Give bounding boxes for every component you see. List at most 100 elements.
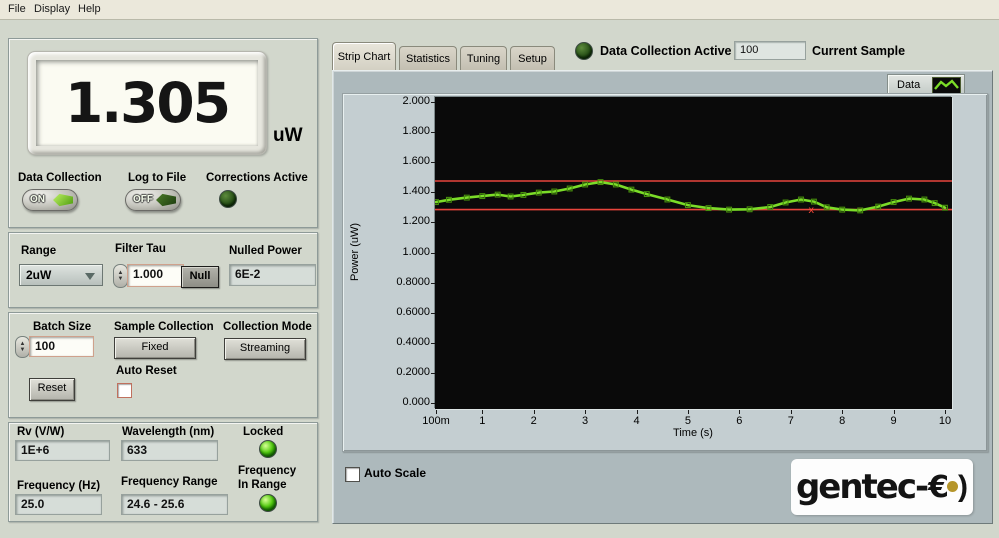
logo-gold-dot-icon (947, 481, 958, 492)
data-collection-toggle[interactable]: ON (22, 189, 78, 211)
x-tick-mark (534, 410, 535, 414)
current-sample-value: 100 (734, 41, 806, 60)
frequency-in-range-label: Frequency (238, 465, 296, 477)
y-tick-label: 1.800 (343, 125, 430, 137)
x-tick-mark (945, 410, 946, 414)
frequency-in-range-led (259, 494, 277, 512)
filter-tau-input[interactable]: 1.000 (127, 264, 184, 287)
x-tick-label: 3 (563, 415, 607, 427)
x-tick-mark (894, 410, 895, 414)
y-tick-mark (431, 222, 435, 223)
chart-cursor[interactable]: x (808, 205, 814, 216)
y-tick-label: 2.000 (343, 95, 430, 107)
y-tick-mark (431, 192, 435, 193)
menu-display[interactable]: Display (34, 3, 70, 15)
locked-led (259, 440, 277, 458)
range-label: Range (21, 245, 56, 257)
sample-collection-button[interactable]: Fixed (114, 337, 196, 359)
x-tick-mark (842, 410, 843, 414)
batch-size-label: Batch Size (33, 321, 91, 333)
y-tick-mark (431, 313, 435, 314)
x-tick-mark (585, 410, 586, 414)
plot-area[interactable]: x (435, 97, 952, 409)
log-to-file-label: Log to File (128, 172, 186, 184)
y-tick-label: 0.6000 (343, 306, 430, 318)
frequency-range-value: 24.6 - 25.6 (121, 494, 228, 515)
batch-size-input[interactable]: 100 (29, 336, 94, 357)
frequency-in-range-label-2: In Range (238, 479, 287, 491)
x-tick-label: 10 (923, 415, 967, 427)
y-tick-label: 1.400 (343, 185, 430, 197)
data-collection-label: Data Collection (18, 172, 102, 184)
y-tick-label: 1.600 (343, 155, 430, 167)
null-button[interactable]: Null (181, 266, 219, 288)
x-tick-label: 4 (615, 415, 659, 427)
data-collection-toggle-state: ON (30, 194, 45, 205)
detector-panel: Rv (V/W) Wavelength (nm) Locked 1E+6 633… (8, 422, 318, 522)
y-tick-mark (431, 102, 435, 103)
rv-value: 1E+6 (15, 440, 110, 461)
range-value: 2uW (26, 268, 51, 282)
y-tick-label: 0.2000 (343, 366, 430, 378)
menu-file[interactable]: File (8, 3, 26, 15)
batch-size-stepper[interactable]: ▲▼ (15, 336, 30, 358)
y-tick-label: 1.000 (343, 246, 430, 258)
x-tick-label: 7 (769, 415, 813, 427)
power-readout: 1.305 (27, 51, 267, 155)
filter-tau-label: Filter Tau (115, 243, 166, 255)
x-tick-label: 100m (414, 415, 458, 427)
log-to-file-toggle[interactable]: OFF (125, 189, 181, 211)
y-tick-mark (431, 253, 435, 254)
menu-help[interactable]: Help (78, 3, 101, 15)
locked-label: Locked (243, 426, 283, 438)
y-tick-mark (431, 283, 435, 284)
range-panel: Range Filter Tau Nulled Power 2uW ▲▼ 1.0… (8, 232, 318, 308)
logo-e-icon: € (928, 470, 949, 505)
wavelength-value: 633 (121, 440, 218, 461)
brand-logo: gentec - € ) (791, 459, 973, 515)
y-tick-mark (431, 403, 435, 404)
x-axis-label: Time (s) (653, 427, 733, 439)
current-sample-label: Current Sample (812, 44, 905, 58)
legend-series-label: Data (897, 79, 920, 91)
auto-scale-checkbox[interactable] (345, 467, 360, 482)
reset-button[interactable]: Reset (29, 378, 75, 401)
x-tick-mark (688, 410, 689, 414)
corrections-active-label: Corrections Active (206, 172, 308, 184)
frequency-value: 25.0 (15, 494, 102, 515)
range-select[interactable]: 2uW (19, 264, 103, 286)
corrections-active-led (219, 190, 237, 208)
toggle-lever-icon (156, 193, 176, 207)
power-unit: uW (273, 125, 303, 147)
filter-tau-stepper[interactable]: ▲▼ (113, 264, 128, 288)
x-tick-mark (739, 410, 740, 414)
frequency-label: Frequency (Hz) (17, 480, 100, 492)
strip-chart: Power (uW) x Time (s) 2.0001.8001.6001.4… (342, 93, 988, 452)
frequency-range-label: Frequency Range (121, 476, 218, 488)
y-tick-mark (431, 343, 435, 344)
x-tick-mark (791, 410, 792, 414)
logo-separator: - (915, 467, 927, 507)
wavelength-label: Wavelength (nm) (122, 426, 214, 438)
collection-mode-button[interactable]: Streaming (224, 338, 306, 360)
data-series-icon (932, 77, 961, 94)
tab-setup[interactable]: Setup (510, 46, 555, 70)
x-tick-label: 9 (872, 415, 916, 427)
nulled-power-label: Nulled Power (229, 245, 302, 257)
power-readout-screen: 1.305 (36, 60, 258, 146)
tab-tuning[interactable]: Tuning (460, 46, 507, 70)
x-tick-mark (637, 410, 638, 414)
tab-statistics[interactable]: Statistics (399, 46, 457, 70)
x-tick-label: 1 (460, 415, 504, 427)
x-tick-label: 8 (820, 415, 864, 427)
auto-reset-checkbox[interactable] (117, 383, 132, 398)
batch-panel: Batch Size Sample Collection Collection … (8, 312, 318, 418)
x-tick-label: 2 (512, 415, 556, 427)
logo-paren-icon: ) (958, 470, 968, 504)
y-tick-label: 0.000 (343, 396, 430, 408)
data-collection-active-label: Data Collection Active (600, 44, 732, 58)
y-tick-mark (431, 132, 435, 133)
sample-collection-label: Sample Collection (114, 321, 214, 333)
tab-strip-chart[interactable]: Strip Chart (332, 42, 396, 70)
rv-label: Rv (V/W) (17, 426, 64, 438)
